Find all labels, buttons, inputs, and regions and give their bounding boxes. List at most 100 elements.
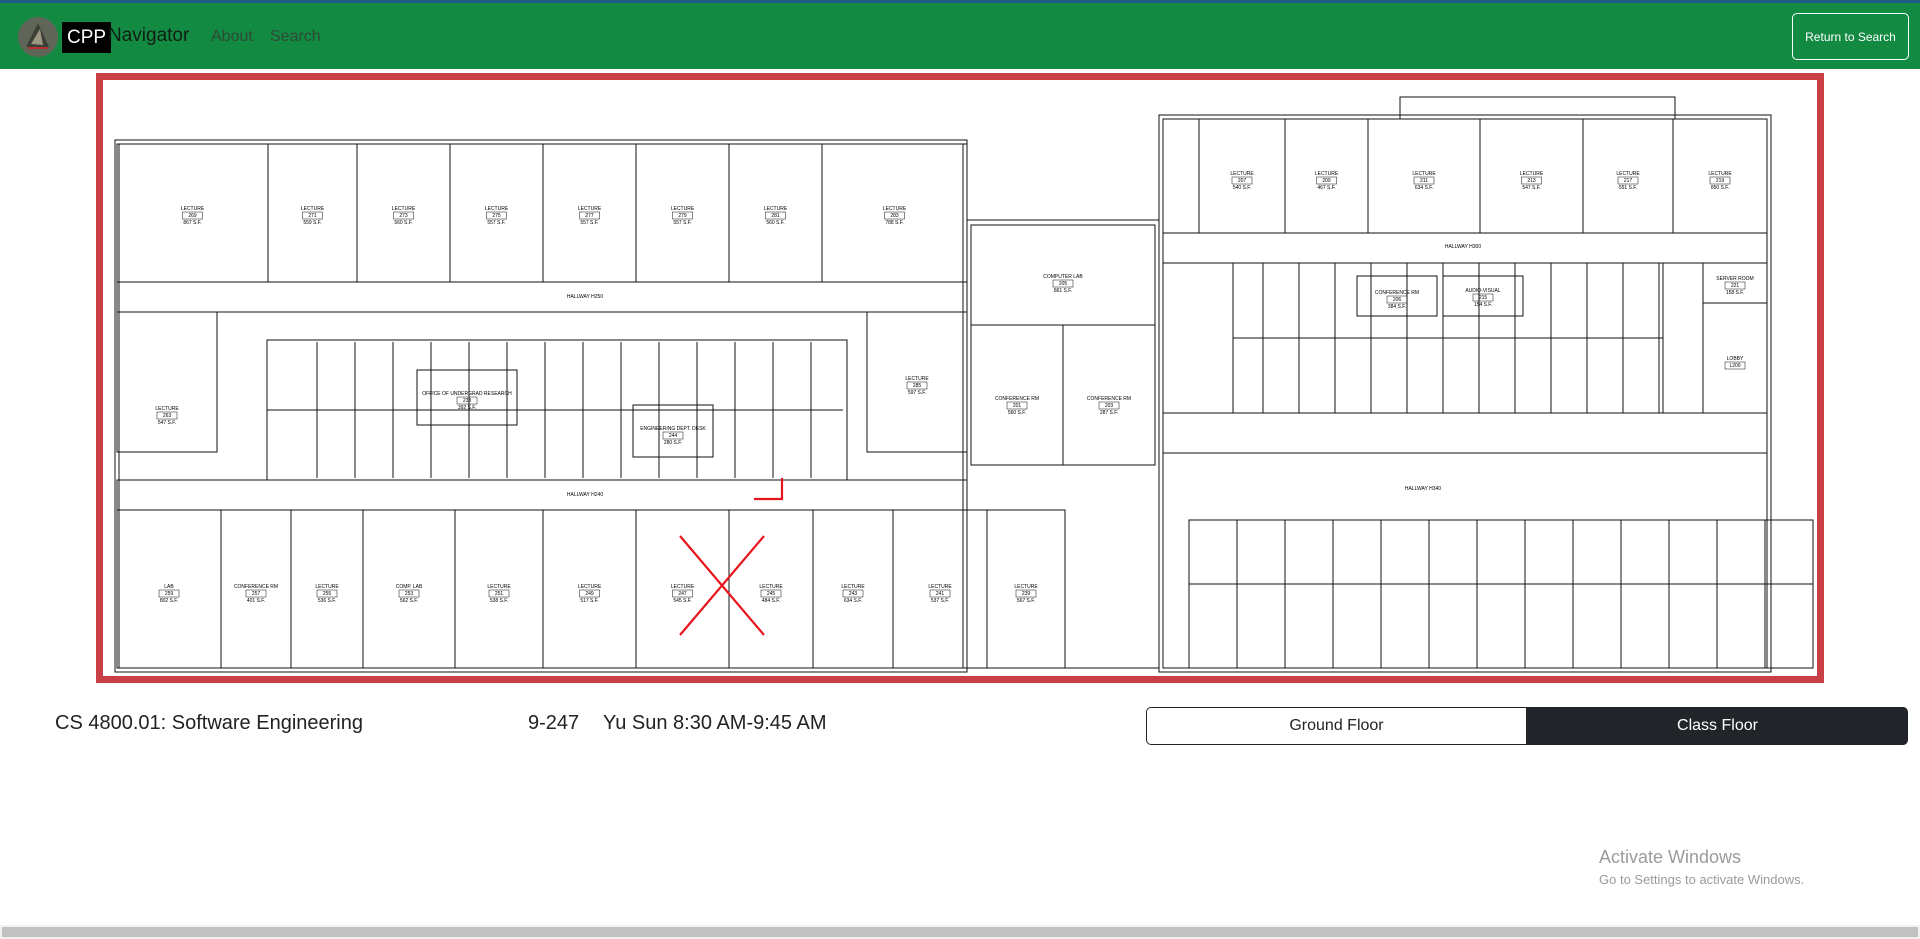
hallway-label: HALLWAY H250 (567, 294, 603, 300)
horizontal-scrollbar[interactable] (0, 925, 1920, 939)
room-251-label: 251 (495, 591, 504, 597)
nav-about-link[interactable]: About (211, 28, 253, 46)
room-217-label: 217 (1624, 178, 1633, 184)
room-209-label: LECTURE (1315, 171, 1339, 177)
top-windows (1399, 96, 1676, 120)
room-271-label: 559 S.F. (303, 220, 321, 226)
room-217-label: LECTURE (1616, 171, 1640, 177)
room-259-label: 802 S.F. (160, 598, 178, 604)
brand-text[interactable]: Navigator (108, 25, 189, 47)
room-245-label: 484 S.F. (762, 598, 780, 604)
room-211-label: 634 S.F. (1415, 185, 1433, 191)
floor-map: LECTURE 269 867 S.F. LECTURE 271 559 S.F. LECT… (96, 73, 1824, 683)
room-275-label: LECTURE (485, 206, 509, 212)
hallway-h250 (116, 281, 968, 313)
room-283-label: LECTURE (883, 206, 907, 212)
room-257-label: CONFERENCE RM (234, 584, 278, 590)
room-285-label: 597 S.F. (908, 390, 926, 396)
room-253-label: 253 (405, 591, 414, 597)
hallway-h340 (1162, 412, 1768, 454)
office (1236, 583, 1286, 669)
office (1668, 519, 1718, 585)
room-273-label: 560 S.F. (394, 220, 412, 226)
watermark-title: Activate Windows (1599, 847, 1742, 867)
room-257-label: 257 (252, 591, 261, 597)
scrollbar-thumb[interactable] (2, 927, 1918, 937)
instructor-schedule: Yu Sun 8:30 AM-9:45 AM (603, 712, 827, 734)
room-213-label: LECTURE (1520, 171, 1544, 177)
room-239-label: 567 S.F. (1017, 598, 1035, 604)
floor-plan-drawing: LECTURE269867 S.F.LECTURE271559 S.F.LECT… (114, 96, 1814, 673)
room-209-label: 467 S.F. (1317, 185, 1335, 191)
room-259-label: LAB (164, 584, 174, 590)
room-269-label: 867 S.F. (183, 220, 201, 226)
room-221-label: SERVER ROOM (1716, 276, 1753, 282)
room-201-label: 201 (1013, 403, 1022, 409)
room-241-label: 537 S.F. (931, 598, 949, 604)
lobby-label: LOBBY (1727, 356, 1744, 362)
room-201-label: 560 S.F. (1008, 410, 1026, 416)
office (1428, 519, 1478, 585)
room-259-label: 259 (165, 591, 174, 597)
office (1620, 519, 1670, 585)
room-277-label: LECTURE (578, 206, 602, 212)
ground-floor-button[interactable]: Ground Floor (1146, 707, 1527, 745)
room-206-label: CONFERENCE RM (1375, 290, 1419, 296)
room-269-label: 269 (188, 213, 197, 219)
room-244-label: 244 (669, 433, 678, 439)
room-207-label: 207 (1238, 178, 1247, 184)
logo-icon[interactable] (18, 17, 58, 57)
room-269-label: LECTURE (181, 206, 205, 212)
class-floor-button[interactable]: Class Floor (1527, 707, 1908, 745)
room-279-label: LECTURE (671, 206, 695, 212)
room-279-label: 557 S.F. (673, 220, 691, 226)
room-241-label: 241 (936, 591, 945, 597)
room-211-label: LECTURE (1412, 171, 1436, 177)
office (1284, 583, 1334, 669)
return-to-search-button[interactable]: Return to Search (1792, 13, 1909, 60)
room-207-label: 540 S.F. (1233, 185, 1251, 191)
room-238-label: OFFICE OF UNDERGRAD RESEARCH (422, 391, 512, 397)
room-283-label: 283 (890, 213, 899, 219)
office (1332, 519, 1382, 585)
office (1476, 519, 1526, 585)
navbar: CPP Navigator About Search Return to Sea… (0, 3, 1920, 69)
room-263-label: LECTURE (155, 406, 179, 412)
room-257-label: 401 S.F. (247, 598, 265, 604)
nav-search-link[interactable]: Search (270, 28, 321, 46)
room-203 (1062, 324, 1156, 466)
room-285-label: LECTURE (905, 376, 929, 382)
brand-box[interactable]: CPP (62, 22, 112, 53)
room-251-label: LECTURE (487, 584, 511, 590)
room-239-label: LECTURE (1014, 584, 1038, 590)
room-206-label: 206 (1393, 297, 1402, 303)
room-277-label: 277 (585, 213, 594, 219)
office (1716, 519, 1766, 585)
room-219-label: 219 (1716, 178, 1725, 184)
room-213-label: 547 S.F. (1522, 185, 1540, 191)
office (1380, 583, 1430, 669)
room-275-label: 275 (492, 213, 501, 219)
room-255-label: 255 (323, 591, 332, 597)
class-location-marker (679, 478, 784, 636)
room-245-label: LECTURE (759, 584, 783, 590)
room-285-label: 285 (913, 383, 922, 389)
watermark-subtitle: Go to Settings to activate Windows. (1599, 872, 1805, 887)
room-247-label: LECTURE (671, 584, 695, 590)
room-219-label: 850 S.F. (1711, 185, 1729, 191)
room-281-label: 560 S.F. (766, 220, 784, 226)
office (1764, 519, 1814, 585)
room-205-label: COMPUTER LAB (1043, 274, 1083, 280)
room-273-label: LECTURE (392, 206, 416, 212)
office (1572, 583, 1622, 669)
office (1236, 519, 1286, 585)
room-206-label: 384 S.F. (1388, 304, 1406, 310)
lobby-label: L200 (1729, 363, 1740, 369)
room-275-label: 557 S.F. (487, 220, 505, 226)
room-249-label: 249 (585, 591, 594, 597)
room-281-label: 281 (771, 213, 780, 219)
room-271-label: 271 (308, 213, 317, 219)
office (1284, 519, 1334, 585)
floor-toggle: Ground Floor Class Floor (1146, 707, 1908, 745)
room-203-label: 287 S.F. (1100, 410, 1118, 416)
